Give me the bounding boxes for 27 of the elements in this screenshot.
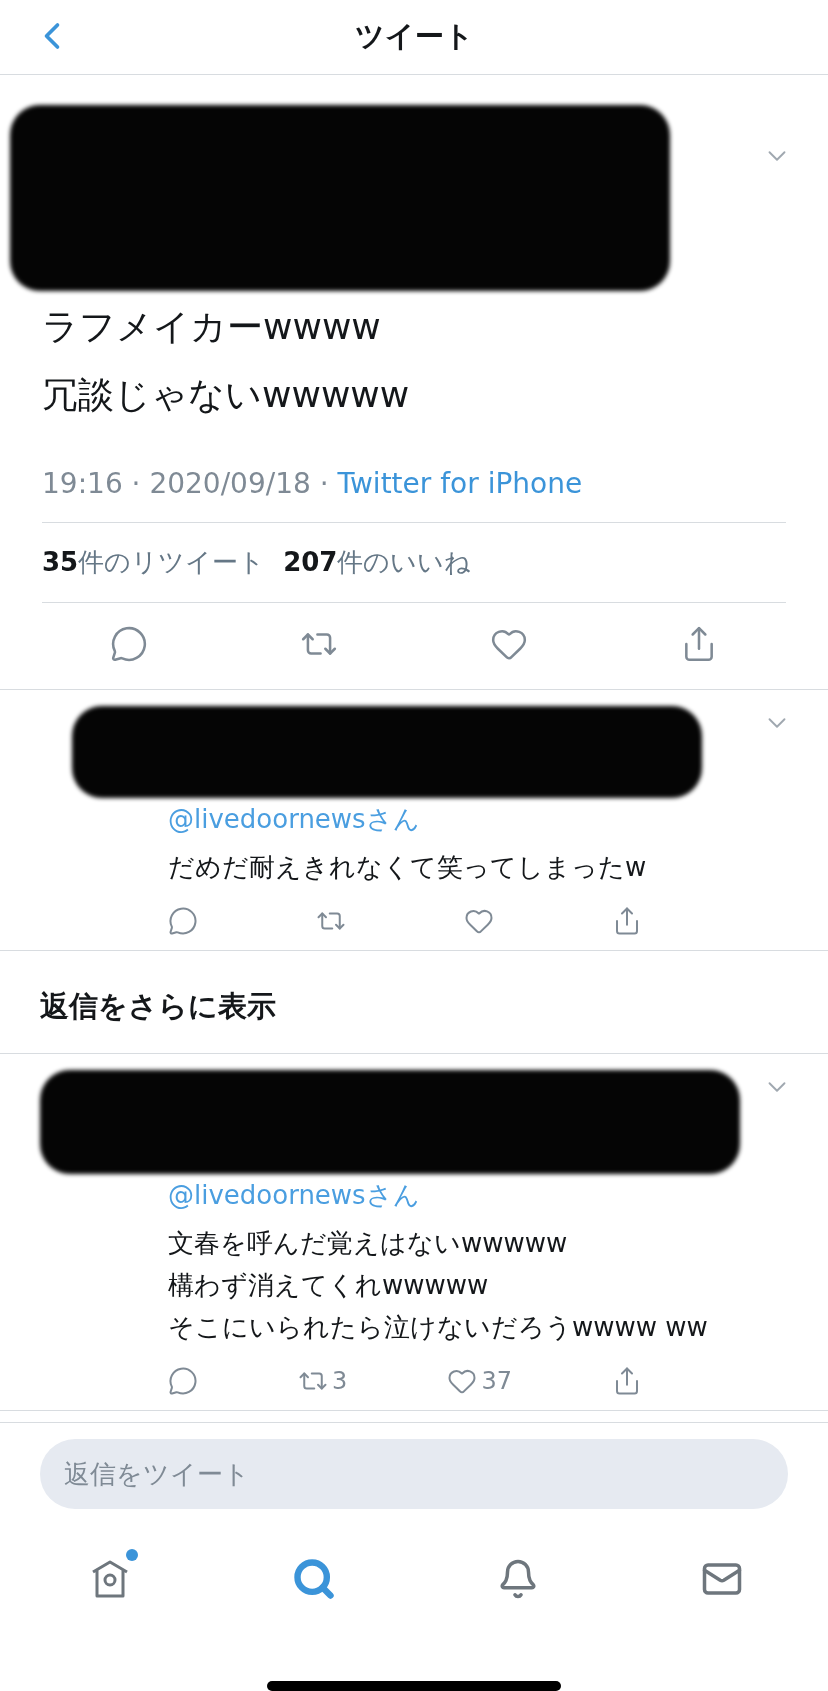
like-button[interactable]: 37 bbox=[447, 1366, 512, 1396]
reply-input-field[interactable]: 返信をツイート bbox=[40, 1439, 788, 1509]
comment-icon bbox=[168, 906, 198, 936]
mention-link[interactable]: @livedoornewsさん bbox=[168, 1174, 792, 1216]
reply-text: 構わず消えてくれwwwww bbox=[168, 1269, 490, 1302]
reply-button[interactable] bbox=[168, 906, 198, 936]
tweet-timestamp: 19:16 · 2020/09/18 · bbox=[42, 467, 330, 500]
comment-icon bbox=[168, 1366, 198, 1396]
stat-count[interactable]: 35件のリツイート bbox=[42, 545, 266, 580]
mention-link[interactable]: @livedoornewsさん bbox=[168, 798, 792, 840]
tweet-text: ラフメイカーwwww bbox=[42, 305, 382, 349]
like-count: 37 bbox=[481, 1367, 512, 1395]
show-more-replies[interactable]: 返信をさらに表示 bbox=[0, 951, 828, 1054]
reply-text: だめだ耐えきれなくて笑ってしまったw bbox=[168, 851, 648, 884]
stat-count[interactable]: 207件のいいね bbox=[283, 545, 472, 580]
retweet-button[interactable]: 3 bbox=[298, 1366, 348, 1396]
reply-button[interactable] bbox=[110, 625, 148, 663]
header-title: ツイート bbox=[354, 18, 474, 55]
reply-text: 文春を呼んだ覚えはないwwwww bbox=[168, 1227, 569, 1260]
notification-dot bbox=[126, 1549, 138, 1561]
search-icon bbox=[292, 1557, 336, 1601]
reply-text: そこにいられたら泣けないだろうwwww ww bbox=[168, 1311, 709, 1344]
tweet-text: 冗談じゃないwwwww bbox=[42, 373, 411, 417]
source-link[interactable]: Twitter for iPhone bbox=[337, 467, 583, 500]
comment-icon bbox=[110, 625, 148, 663]
reply-button[interactable] bbox=[168, 1366, 198, 1396]
retweet-count: 3 bbox=[332, 1367, 348, 1395]
